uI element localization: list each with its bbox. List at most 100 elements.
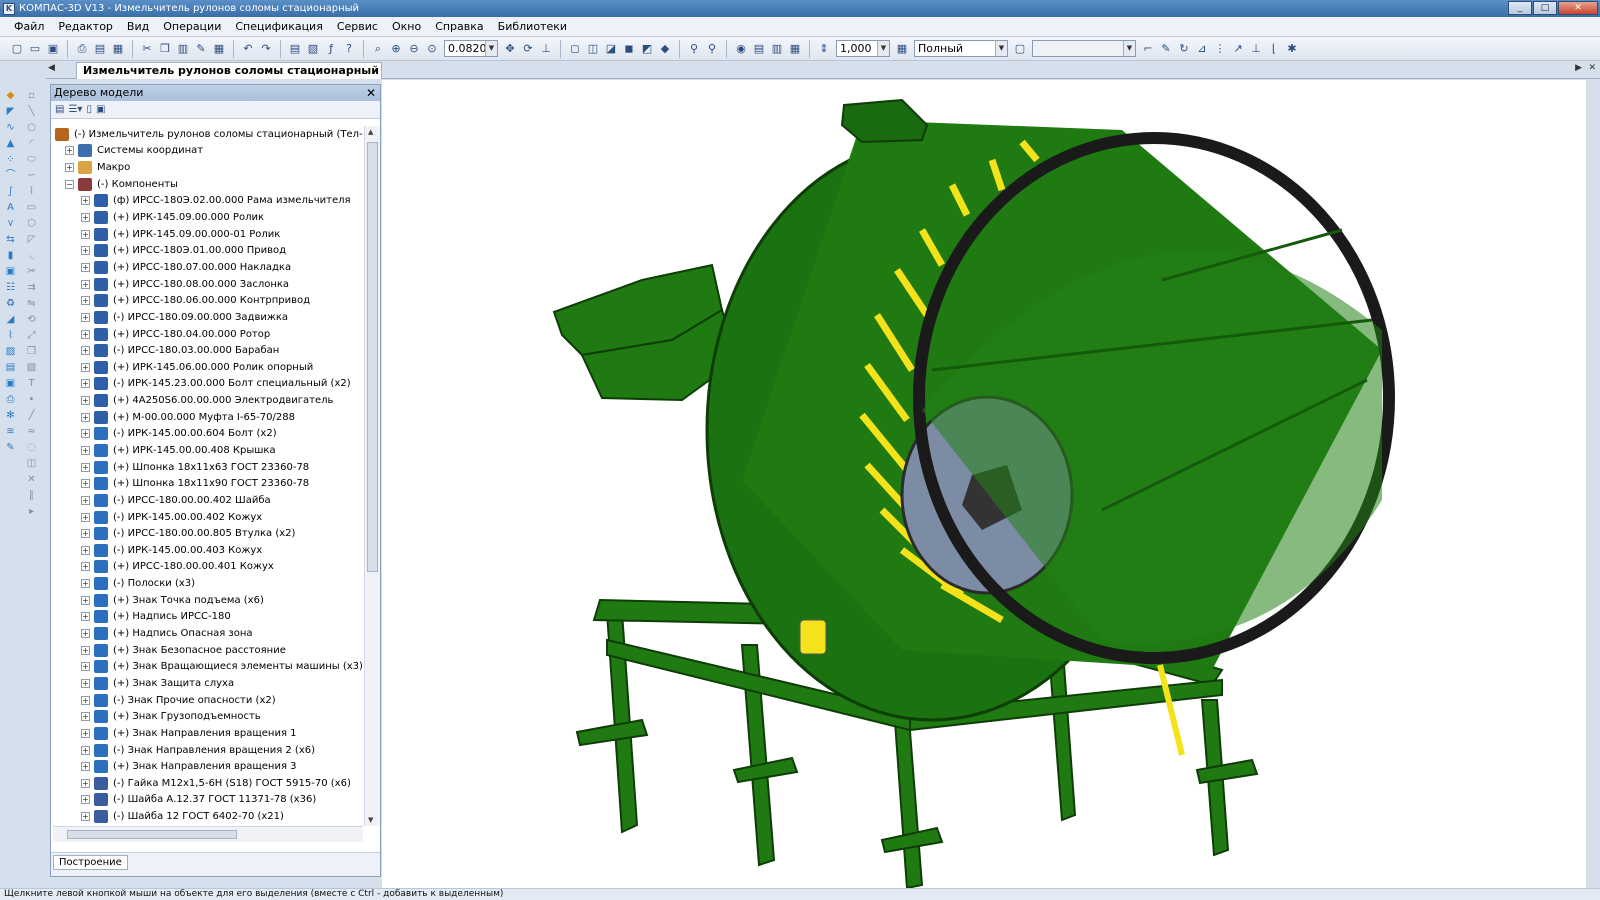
expand-icon[interactable]: + <box>81 396 90 406</box>
report-icon[interactable]: ♻ <box>3 296 18 311</box>
tree-vertical-scrollbar[interactable]: ▲ ▼ <box>364 126 380 826</box>
expand-icon[interactable]: + <box>81 346 90 356</box>
tab-build[interactable]: Построение <box>53 855 128 870</box>
expand-icon[interactable]: + <box>81 362 90 372</box>
expand-icon[interactable]: + <box>81 462 90 472</box>
mechanism-icon[interactable]: ✻ <box>3 408 18 423</box>
tree-item[interactable]: + (+) ИРСС-180.06.00.000 Контрпривод <box>51 292 363 309</box>
expand-icon[interactable]: + <box>81 213 90 223</box>
menu-libraries[interactable]: Библиотеки <box>498 20 567 33</box>
sheet-metal-icon[interactable]: ◢ <box>3 312 18 327</box>
expand-icon[interactable]: + <box>81 545 90 555</box>
expand-icon[interactable]: + <box>65 163 74 173</box>
edit-part-icon[interactable]: ◆ <box>3 88 18 103</box>
display-mode-combo[interactable]: Полный ▼ <box>914 40 1008 57</box>
expand-icon[interactable]: + <box>81 728 90 738</box>
menu-specification[interactable]: Спецификация <box>235 20 322 33</box>
layers-icon[interactable]: ▥ <box>769 41 785 57</box>
expand-icon[interactable]: + <box>81 296 90 306</box>
highlight-icon[interactable]: ◉ <box>733 41 749 57</box>
tree-item[interactable]: + Системы координат <box>51 143 363 160</box>
local-cs-icon[interactable]: ⌊ <box>1266 41 1282 57</box>
chamfer-icon[interactable]: ◸ <box>24 232 39 247</box>
specification-icon[interactable]: ☷ <box>3 280 18 295</box>
tree-item[interactable]: + (+) ИРСС-180.04.00.000 Ротор <box>51 326 363 343</box>
document-tab[interactable]: Измельчитель рулонов соломы стационарный <box>76 62 382 79</box>
spatial-curve-icon[interactable]: ∫ <box>3 184 18 199</box>
perspective-icon[interactable]: ◆ <box>657 41 673 57</box>
rotate-icon[interactable]: ⟲ <box>24 312 39 327</box>
rotate-icon[interactable]: ⟳ <box>520 41 536 57</box>
menu-window[interactable]: Окно <box>392 20 421 33</box>
expand-icon[interactable]: + <box>81 495 90 505</box>
undo-icon[interactable]: ↶ <box>240 41 256 57</box>
scrollbar-thumb[interactable] <box>367 142 378 572</box>
tree-item[interactable]: + (ф) ИРСС-180Э.02.00.000 Рама измельчите… <box>51 193 363 210</box>
tree-item[interactable]: + (+) Надпись ИРСС-180 <box>51 609 363 626</box>
expand-icon[interactable]: + <box>81 678 90 688</box>
spline-icon[interactable]: ∽ <box>24 168 39 183</box>
mirror-icon[interactable]: ⇋ <box>24 296 39 311</box>
zoom-out-icon[interactable]: ⊖ <box>406 41 422 57</box>
mate-icon[interactable]: ▤ <box>3 360 18 375</box>
intersection-icon[interactable]: ✕ <box>24 472 39 487</box>
help-pointer-icon[interactable]: ? <box>341 41 357 57</box>
collapse-icon[interactable]: − <box>65 179 74 189</box>
tab-scroll-left-icon[interactable]: ◀ <box>48 63 55 73</box>
tree-horizontal-scrollbar[interactable] <box>53 826 363 842</box>
menu-edit[interactable]: Редактор <box>58 20 113 33</box>
arc-icon[interactable]: ◜ <box>24 136 39 151</box>
projection-icon[interactable]: ◫ <box>24 456 39 471</box>
text-icon[interactable]: T <box>24 376 39 391</box>
tree-item[interactable]: + (-) ИРСС-180.03.00.000 Барабан <box>51 342 363 359</box>
pan-icon[interactable]: ✥ <box>502 41 518 57</box>
open-icon[interactable]: ▭ <box>27 41 43 57</box>
tree-item[interactable]: + (-) ИРСС-180.00.00.402 Шайба <box>51 492 363 509</box>
tree-item[interactable]: + (-) ИРК-145.00.00.604 Болт (x2) <box>51 426 363 443</box>
zoom-scale-icon[interactable]: ⊙ <box>424 41 440 57</box>
expand-icon[interactable]: + <box>81 595 90 605</box>
properties-icon[interactable]: ▦ <box>110 41 126 57</box>
expand-icon[interactable]: + <box>81 645 90 655</box>
scale-icon[interactable]: ⇕ <box>816 41 832 57</box>
expand-icon[interactable]: + <box>81 329 90 339</box>
expand-icon[interactable]: + <box>81 229 90 239</box>
expand-icon[interactable]: + <box>81 612 90 622</box>
tree-item[interactable]: + (+) 4А250S6.00.00.000 Электродвигатель <box>51 392 363 409</box>
grid-snap-icon[interactable]: ⋮ <box>1212 41 1228 57</box>
report-icon[interactable]: ▦ <box>787 41 803 57</box>
tree-item[interactable]: + (+) Знак Защита слуха <box>51 675 363 692</box>
pipeline-icon[interactable]: ⌇ <box>3 328 18 343</box>
menu-service[interactable]: Сервис <box>337 20 378 33</box>
zoom-window-icon[interactable]: ⌕ <box>370 41 386 57</box>
chevron-down-icon[interactable]: ▼ <box>995 41 1007 56</box>
grid-icon[interactable]: ▦ <box>211 41 227 57</box>
filter-icon[interactable]: ▣ <box>3 264 18 279</box>
chevron-down-icon[interactable]: ▼ <box>877 41 889 56</box>
filter-icon[interactable]: ⚲ <box>686 41 702 57</box>
expand-icon[interactable]: + <box>81 246 90 256</box>
tree-item[interactable]: + (+) Знак Грузоподъемность <box>51 708 363 725</box>
contour-icon[interactable]: ◌ <box>24 440 39 455</box>
library-icon[interactable]: ✱ <box>1284 41 1300 57</box>
paste-icon[interactable]: ▥ <box>175 41 191 57</box>
constraints-icon[interactable]: ∥ <box>24 488 39 503</box>
redo-icon[interactable]: ↷ <box>258 41 274 57</box>
expand-icon[interactable]: + <box>81 579 90 589</box>
tree-item[interactable]: + (-) ИРК-145.00.00.402 Кожух <box>51 509 363 526</box>
rectangle-icon[interactable]: ▭ <box>24 200 39 215</box>
expand-icon[interactable]: + <box>81 529 90 539</box>
signal-icon[interactable]: ≋ <box>3 424 18 439</box>
tree-settings-icon[interactable]: ▣ <box>96 104 105 115</box>
sketch-icon[interactable]: ⌐ <box>1140 41 1156 57</box>
expand-icon[interactable]: + <box>81 512 90 522</box>
zoom-in-icon[interactable]: ⊕ <box>388 41 404 57</box>
orientation-icon[interactable]: ⊥ <box>538 41 554 57</box>
tree-item[interactable]: + (-) Шайба А.12.37 ГОСТ 11371-78 (x36) <box>51 792 363 809</box>
expand-icon[interactable]: + <box>81 196 90 206</box>
equidistant-icon[interactable]: ≈ <box>24 424 39 439</box>
hidden-lines-icon[interactable]: ◫ <box>585 41 601 57</box>
fillet-icon[interactable]: ◟ <box>24 248 39 263</box>
tree-item[interactable]: + (-) ИРСС-180.09.00.000 Задвижка <box>51 309 363 326</box>
tree-view-mode-icon[interactable]: ☰▾ <box>68 104 82 115</box>
